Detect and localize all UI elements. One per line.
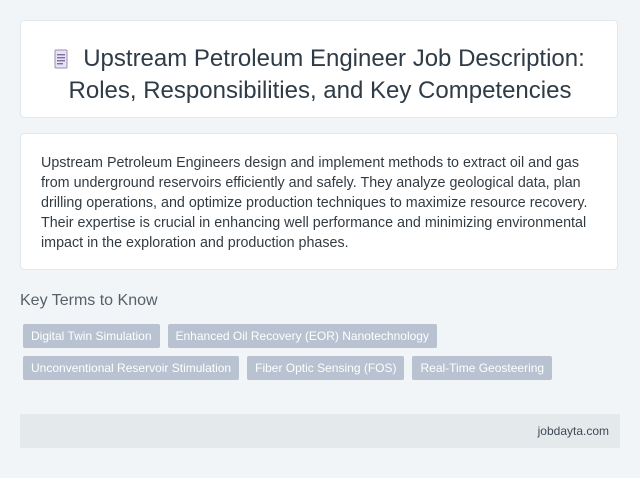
key-terms-list: Digital Twin Simulation Enhanced Oil Rec… — [23, 324, 623, 388]
page-title-line-1: Upstream Petroleum Engineer Job Descript… — [83, 45, 585, 72]
page-title: Upstream Petroleum Engineer Job Descript… — [21, 43, 619, 107]
description-text: Upstream Petroleum Engineers design and … — [41, 155, 588, 251]
key-terms-heading: Key Terms to Know — [20, 292, 158, 309]
key-term-tag[interactable]: Enhanced Oil Recovery (EOR) Nanotechnolo… — [167, 324, 437, 348]
key-terms-row: Digital Twin Simulation Enhanced Oil Rec… — [23, 324, 623, 348]
page-title-line-2: Roles, Responsibilities, and Key Compete… — [68, 77, 572, 104]
footer: jobdayta.com — [20, 414, 620, 448]
title-card: Upstream Petroleum Engineer Job Descript… — [20, 20, 618, 118]
key-terms-row: Unconventional Reservoir Stimulation Fib… — [23, 356, 623, 380]
footer-site-link[interactable]: jobdayta.com — [538, 423, 609, 439]
key-term-tag[interactable]: Digital Twin Simulation — [23, 324, 160, 348]
key-term-tag[interactable]: Unconventional Reservoir Stimulation — [23, 356, 240, 380]
key-term-tag[interactable]: Fiber Optic Sensing (FOS) — [247, 356, 405, 380]
description-card: Upstream Petroleum Engineers design and … — [20, 133, 618, 270]
key-term-tag[interactable]: Real-Time Geosteering — [412, 356, 553, 380]
